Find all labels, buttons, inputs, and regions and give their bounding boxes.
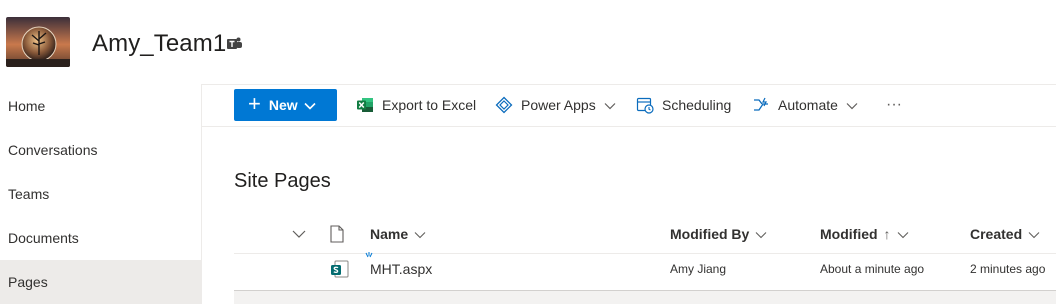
nav-item-pages[interactable]: Pages: [0, 260, 201, 304]
column-header-name[interactable]: Name: [370, 213, 426, 254]
site-logo-image: [6, 17, 70, 67]
more-options-button[interactable]: ···: [886, 89, 902, 121]
file-name-link[interactable]: MHT.aspx: [370, 255, 432, 283]
plus-icon: +: [248, 91, 261, 116]
table-row[interactable]: MHT.aspx Amy Jiang About a minute ago 2 …: [234, 252, 1056, 289]
column-header-created[interactable]: Created: [970, 213, 1040, 254]
new-button-label: New: [268, 97, 298, 113]
left-navigation: Home Conversations Teams Documents Pages: [0, 84, 202, 304]
nav-item-teams[interactable]: Teams: [0, 172, 201, 216]
chevron-down-icon: [414, 226, 426, 242]
column-header-name-label: Name: [370, 225, 409, 242]
column-header-modified[interactable]: Modified ↑: [820, 213, 909, 254]
chevron-down-icon: [304, 97, 316, 113]
calendar-clock-icon: [636, 96, 654, 114]
site-header: Amy_Team1: [0, 0, 1056, 84]
nav-item-home[interactable]: Home: [0, 84, 201, 128]
list-footer-area: [234, 290, 1056, 304]
column-header-modified-by-label: Modified By: [670, 225, 750, 242]
site-logo[interactable]: [6, 17, 70, 67]
created-cell: 2 minutes ago: [970, 262, 1046, 276]
file-type-column[interactable]: [330, 213, 344, 254]
list-header: Name Modified By Modified ↑ Created: [234, 213, 1056, 254]
export-to-excel-button[interactable]: Export to Excel: [356, 89, 476, 121]
scheduling-label: Scheduling: [662, 97, 732, 113]
chevron-down-icon: [897, 226, 909, 242]
nav-item-documents[interactable]: Documents: [0, 216, 201, 260]
scheduling-button[interactable]: Scheduling: [636, 89, 731, 121]
chevron-down-icon: [292, 230, 306, 238]
document-icon: [330, 224, 344, 243]
page-title: Site Pages: [234, 170, 331, 192]
modified-cell: About a minute ago: [820, 262, 925, 276]
new-button[interactable]: + New: [234, 89, 337, 121]
column-header-modified-label: Modified: [820, 225, 878, 242]
chevron-down-icon: [604, 97, 616, 113]
power-apps-button[interactable]: Power Apps: [495, 89, 616, 121]
nav-item-conversations[interactable]: Conversations: [0, 128, 201, 172]
chevron-down-icon: [846, 97, 858, 113]
select-all-toggle[interactable]: [292, 213, 306, 254]
command-bar: + New Export to Excel Power Apps Schedul…: [202, 85, 1056, 127]
modified-by-cell[interactable]: Amy Jiang: [670, 255, 726, 283]
teams-icon[interactable]: [226, 36, 244, 52]
chevron-down-icon: [1028, 226, 1040, 242]
export-to-excel-label: Export to Excel: [382, 97, 477, 113]
power-apps-label: Power Apps: [521, 97, 596, 113]
automate-label: Automate: [778, 97, 838, 113]
site-title[interactable]: Amy_Team1: [92, 30, 226, 58]
sharepoint-page-icon: [330, 255, 350, 283]
column-header-created-label: Created: [970, 225, 1023, 242]
excel-icon: [356, 96, 374, 114]
power-apps-icon: [495, 96, 513, 114]
chevron-down-icon: [755, 226, 767, 242]
automate-icon: [752, 96, 770, 114]
automate-button[interactable]: Automate: [752, 89, 858, 121]
column-header-modified-by[interactable]: Modified By: [670, 213, 767, 254]
sort-ascending-icon: ↑: [883, 225, 891, 242]
